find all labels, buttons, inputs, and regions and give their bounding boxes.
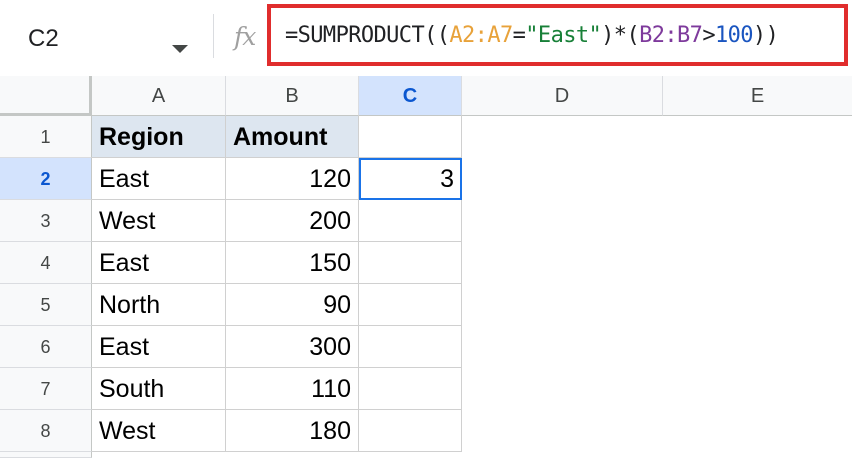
toolbar: C2 fx =SUMPRODUCT((A2:A7="East")*(B2:B7>… [0,0,852,76]
cell-a1[interactable]: Region [92,116,226,158]
cell-c7[interactable] [359,368,462,410]
formula-text[interactable]: =SUMPRODUCT((A2:A7="East")*(B2:B7>100)) [285,23,779,48]
cell-a6[interactable]: East [92,326,226,368]
column-header-d[interactable]: D [462,76,663,116]
cell-b8[interactable]: 180 [226,410,359,452]
cell-b6[interactable]: 300 [226,326,359,368]
column-header-a[interactable]: A [92,76,226,116]
row-header-2[interactable]: 2 [0,158,92,200]
cell-c5[interactable] [359,284,462,326]
formula-part: > [702,23,715,48]
cell-c8[interactable] [359,410,462,452]
row-header-1[interactable]: 1 [0,116,92,158]
row-header-5[interactable]: 5 [0,284,92,326]
select-all-corner[interactable] [0,76,92,116]
formula-part: = [512,23,526,48]
cell-b4[interactable]: 150 [226,242,359,284]
row-header-9[interactable] [0,452,92,458]
formula-part: )*( [601,23,640,48]
column-header-c[interactable]: C [359,76,462,116]
row-header-4[interactable]: 4 [0,242,92,284]
name-box[interactable]: C2 [0,12,212,62]
cell-c3[interactable] [359,200,462,242]
formula-part: =SUMPRODUCT(( [285,23,450,48]
formula-part: )) [752,23,779,48]
cell-a4[interactable]: East [92,242,226,284]
cell-b2[interactable]: 120 [226,158,359,200]
row-header-8[interactable]: 8 [0,410,92,452]
cell-c4[interactable] [359,242,462,284]
cell-a7[interactable]: South [92,368,226,410]
chevron-down-icon[interactable] [172,45,188,53]
row-header-3[interactable]: 3 [0,200,92,242]
cell-b3[interactable]: 200 [226,200,359,242]
fx-icon: fx [234,22,256,51]
cell-b1[interactable]: Amount [226,116,359,158]
name-box-value: C2 [28,25,59,52]
formula-string: "East" [525,23,602,48]
cell-a8[interactable]: West [92,410,226,452]
formula-bar[interactable]: =SUMPRODUCT((A2:A7="East")*(B2:B7>100)) [267,4,848,66]
column-header-e[interactable]: E [663,76,852,116]
formula-range-a: A2:A7 [449,23,513,48]
column-header-b[interactable]: B [226,76,359,116]
cell-a5[interactable]: North [92,284,226,326]
cell-a3[interactable]: West [92,200,226,242]
divider [213,14,214,58]
formula-range-b: B2:B7 [639,23,703,48]
formula-number: 100 [714,23,754,48]
row-header-6[interactable]: 6 [0,326,92,368]
sheet-grid: A B C D E 1 Region Amount 2 East 120 3 3… [0,76,852,458]
row-header-7[interactable]: 7 [0,368,92,410]
cell-c1[interactable] [359,116,462,158]
cell-b7[interactable]: 110 [226,368,359,410]
cell-a2[interactable]: East [92,158,226,200]
cell-c6[interactable] [359,326,462,368]
active-cell-outline [359,158,462,200]
cell-b5[interactable]: 90 [226,284,359,326]
